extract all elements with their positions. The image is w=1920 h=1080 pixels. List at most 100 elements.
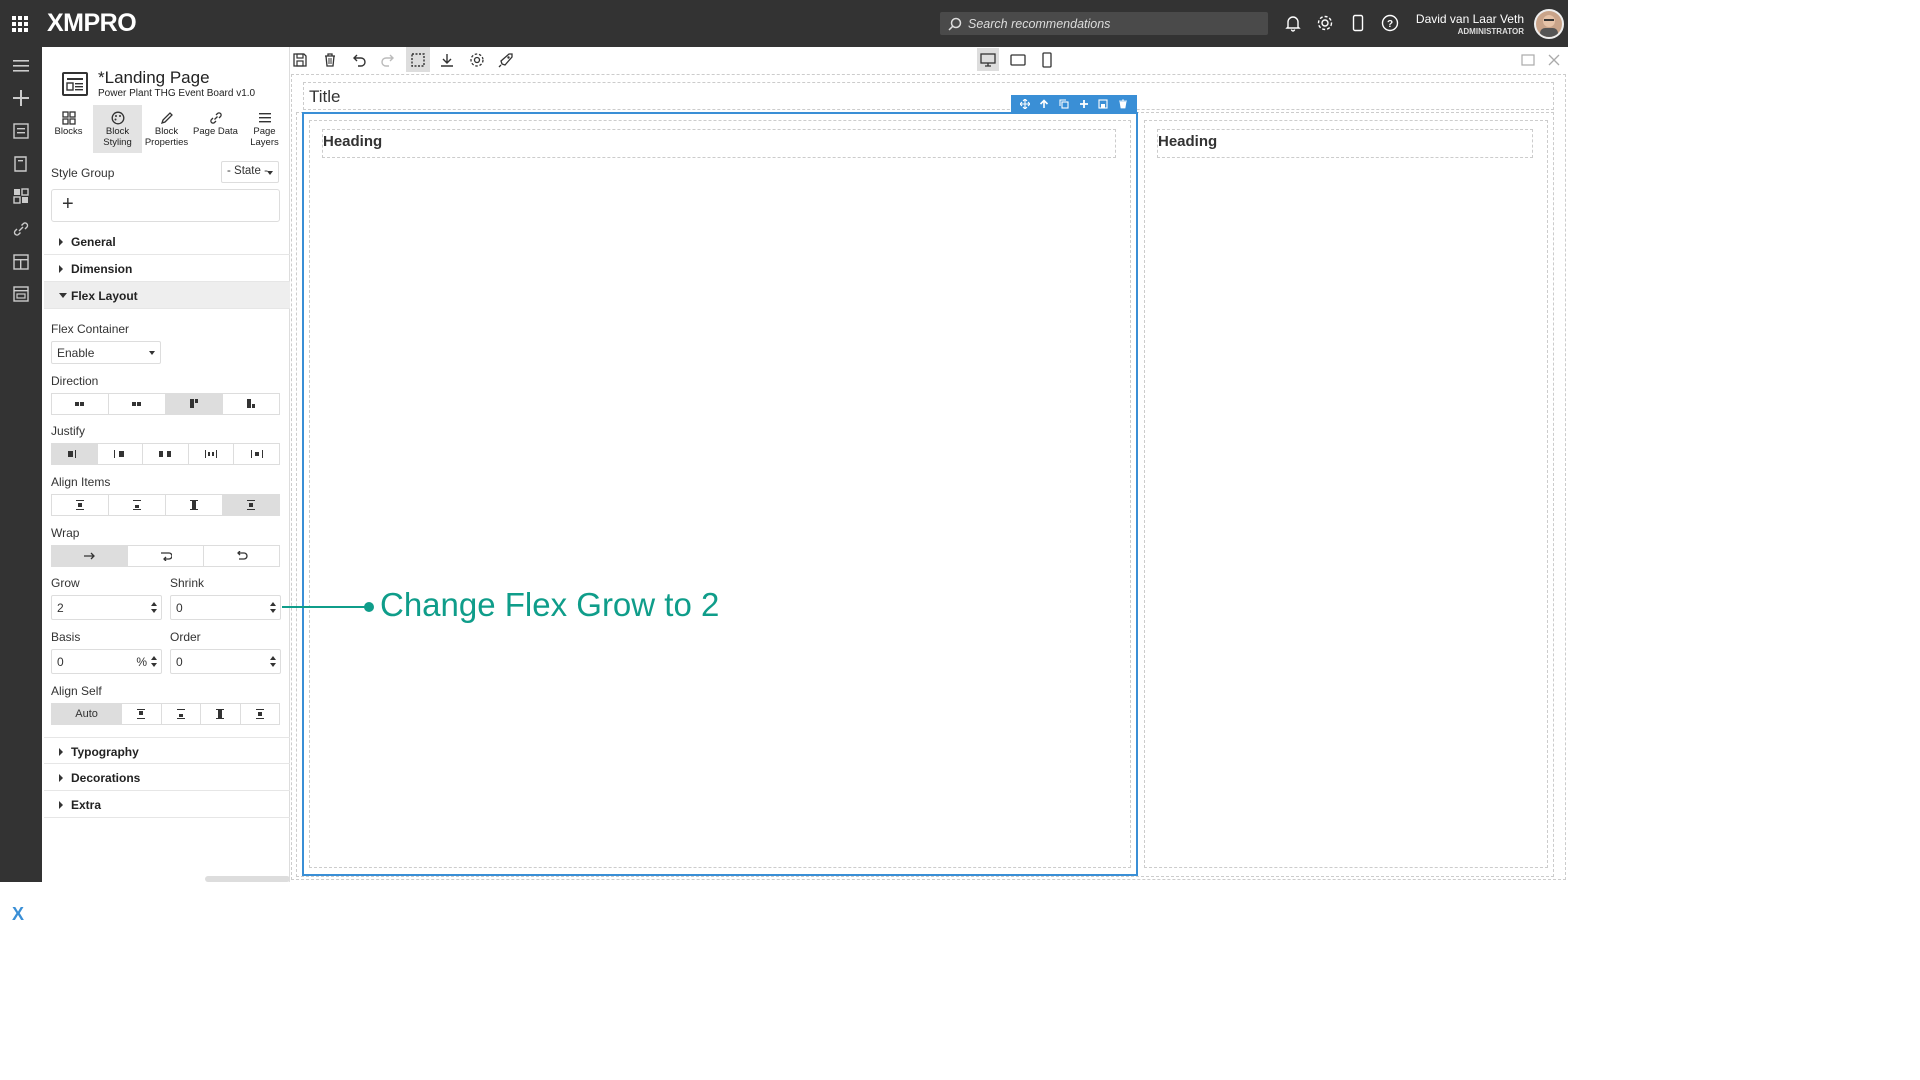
search-icon <box>948 17 962 31</box>
section-decorations[interactable]: Decorations <box>44 764 290 791</box>
tab-page-layers[interactable]: Page Layers <box>240 105 289 153</box>
align-self-buttons: Auto <box>51 703 280 725</box>
select-icon[interactable] <box>409 51 427 69</box>
align-items-start-button[interactable] <box>52 495 109 515</box>
tablet-icon[interactable] <box>1009 51 1027 69</box>
gear-icon[interactable] <box>1316 14 1334 32</box>
direction-row-button[interactable] <box>52 394 109 414</box>
plus-icon[interactable] <box>11 89 31 107</box>
direction-row-reverse-button[interactable] <box>109 394 166 414</box>
justify-end-button[interactable] <box>98 444 144 464</box>
heading-right-text: Heading <box>1158 133 1218 150</box>
align-self-stretch-button[interactable] <box>201 704 241 724</box>
spinner-icon[interactable] <box>151 602 157 614</box>
justify-center-button[interactable] <box>143 444 189 464</box>
justify-start-button[interactable] <box>52 444 98 464</box>
justify-space-around-icon <box>250 450 263 458</box>
basis-unit[interactable]: % <box>136 655 147 669</box>
section-flex-layout-label: Flex Layout <box>71 289 138 303</box>
state-select[interactable]: - State - <box>221 161 279 183</box>
shrink-input[interactable]: 0 <box>170 595 281 620</box>
align-items-stretch-button[interactable] <box>166 495 223 515</box>
flex-container-select[interactable]: Enable <box>51 341 161 364</box>
pencil-icon <box>160 112 173 125</box>
dashboard-icon[interactable] <box>11 187 31 205</box>
spinner-icon[interactable] <box>270 602 276 614</box>
section-typography-label: Typography <box>71 745 139 759</box>
title-block[interactable]: Title <box>303 82 1554 110</box>
add-icon[interactable] <box>1079 99 1089 109</box>
help-icon[interactable]: ? <box>1381 14 1399 32</box>
mobile-icon[interactable] <box>1349 14 1367 32</box>
align-self-label: Align Self <box>51 684 102 698</box>
add-style-button[interactable]: + <box>51 189 280 222</box>
grow-input[interactable]: 2 <box>51 595 162 620</box>
direction-column-button[interactable] <box>166 394 223 414</box>
justify-space-around-button[interactable] <box>234 444 279 464</box>
settings-icon[interactable] <box>468 51 486 69</box>
redo-icon[interactable] <box>379 51 397 69</box>
align-items-label: Align Items <box>51 475 111 489</box>
selected-block-outline[interactable] <box>302 112 1138 876</box>
avatar[interactable] <box>1534 9 1564 39</box>
trash-icon[interactable] <box>321 51 339 69</box>
user-info[interactable]: David van Laar Veth ADMINISTRATOR <box>1416 12 1524 36</box>
tab-blocks[interactable]: Blocks <box>44 105 93 153</box>
search-placeholder: Search recommendations <box>968 16 1111 31</box>
basis-input[interactable]: 0% <box>51 649 162 674</box>
align-self-end-button[interactable] <box>162 704 202 724</box>
align-items-end-button[interactable] <box>109 495 166 515</box>
move-icon[interactable] <box>1019 99 1030 109</box>
direction-column-reverse-button[interactable] <box>223 394 279 414</box>
save-block-icon[interactable] <box>1098 99 1109 109</box>
arrow-up-icon[interactable] <box>1039 99 1049 109</box>
section-typography[interactable]: Typography <box>44 737 290 764</box>
section-extra[interactable]: Extra <box>44 791 290 818</box>
window-icon[interactable] <box>11 285 31 303</box>
align-self-start-button[interactable] <box>122 704 162 724</box>
align-self-center-button[interactable] <box>241 704 279 724</box>
section-general[interactable]: General <box>44 228 290 255</box>
page-icon <box>62 72 88 96</box>
rocket-icon[interactable] <box>497 51 515 69</box>
book-icon[interactable] <box>11 155 31 173</box>
list-icon[interactable] <box>11 122 31 140</box>
save-icon[interactable] <box>291 51 309 69</box>
panel-scrollbar[interactable] <box>205 876 290 882</box>
phone-icon[interactable] <box>1038 51 1056 69</box>
apps-icon[interactable] <box>12 16 28 32</box>
align-center-icon <box>247 500 255 510</box>
tab-page-data[interactable]: Page Data <box>191 105 240 153</box>
wrap-button[interactable] <box>128 546 204 566</box>
search-input[interactable]: Search recommendations <box>940 12 1268 35</box>
xmpro-x-logo[interactable]: X <box>12 904 24 925</box>
column-right[interactable] <box>1144 120 1548 868</box>
align-self-auto-button[interactable]: Auto <box>52 704 123 724</box>
nowrap-button[interactable] <box>52 546 128 566</box>
spinner-icon[interactable] <box>151 656 157 668</box>
heading-right[interactable]: Heading <box>1157 129 1533 158</box>
maximize-icon[interactable] <box>1519 51 1537 69</box>
app-logo[interactable]: XMPRO <box>47 9 137 38</box>
desktop-icon[interactable] <box>979 51 997 69</box>
align-start-icon <box>76 500 84 510</box>
tab-block-styling[interactable]: Block Styling <box>93 105 142 153</box>
copy-icon[interactable] <box>1059 99 1069 109</box>
tab-block-properties[interactable]: Block Properties <box>142 105 191 153</box>
delete-icon[interactable] <box>1118 99 1128 109</box>
tab-page-layers-label: Page Layers <box>250 126 279 148</box>
section-flex-layout[interactable]: Flex Layout <box>44 282 290 309</box>
table-icon[interactable] <box>11 253 31 271</box>
spinner-icon[interactable] <box>270 656 276 668</box>
order-input[interactable]: 0 <box>170 649 281 674</box>
align-items-center-button[interactable] <box>223 495 279 515</box>
menu-icon[interactable] <box>11 57 31 75</box>
close-icon[interactable] <box>1545 51 1563 69</box>
bell-icon[interactable] <box>1284 14 1302 32</box>
section-dimension[interactable]: Dimension <box>44 255 290 282</box>
download-icon[interactable] <box>438 51 456 69</box>
undo-icon[interactable] <box>350 51 368 69</box>
justify-space-between-button[interactable] <box>189 444 235 464</box>
wrap-reverse-button[interactable] <box>204 546 279 566</box>
link-icon[interactable] <box>11 220 31 238</box>
